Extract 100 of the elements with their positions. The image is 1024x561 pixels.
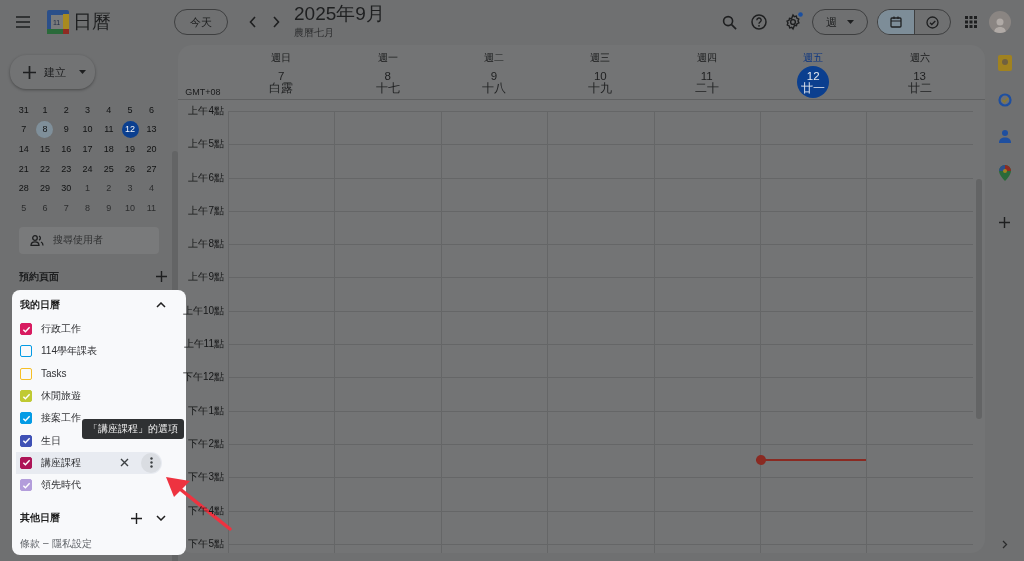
mini-calendar-day[interactable]: 6 [142,101,160,119]
search-icon[interactable] [722,14,737,30]
collapse-icon[interactable] [156,302,166,308]
avatar[interactable] [989,11,1011,33]
more-icon [149,457,153,469]
close-icon[interactable] [120,458,129,468]
mini-calendar-day[interactable]: 2 [57,101,75,119]
mini-calendar-day[interactable]: 11 [142,199,160,217]
mini-calendar-day[interactable]: 13 [142,120,160,138]
mini-calendar-day[interactable]: 3 [121,179,139,197]
check-circle-icon [925,15,939,29]
mini-calendar-day[interactable]: 25 [100,160,118,178]
mini-calendar-day[interactable]: 11 [100,120,118,138]
mini-calendar-day[interactable]: 20 [142,140,160,158]
calendar-checkbox[interactable] [20,456,32,469]
mini-calendar-day[interactable]: 22 [36,160,54,178]
mini-calendar-day[interactable]: 4 [100,101,118,119]
mini-calendar-day[interactable]: 15 [36,140,54,158]
calendar-checkbox[interactable] [20,412,32,425]
mini-calendar-day[interactable]: 1 [79,179,97,197]
my-calendars-title: 我的日曆 [20,298,60,312]
expand-icon[interactable] [156,515,166,522]
calendar-view-toggle[interactable] [878,10,914,34]
mini-calendar-day[interactable]: 19 [121,140,139,158]
calendar-checkbox[interactable] [20,479,32,492]
mini-calendar-day[interactable]: 2 [100,179,118,197]
mini-calendar-day[interactable]: 23 [57,160,75,178]
settings-icon[interactable] [784,13,802,31]
mini-calendar-day[interactable]: 8 [36,120,54,138]
map-pin-icon[interactable] [998,165,1011,181]
calendar-list-item[interactable]: 114學年課表 [16,340,103,363]
calendar-icon [889,16,902,28]
mini-calendar-day[interactable]: 17 [79,140,97,158]
mini-calendar-day[interactable]: 14 [15,140,33,158]
timezone-label: GMT+08 [184,86,222,99]
mini-calendar-day[interactable]: 4 [142,179,160,197]
calendar-list-item[interactable]: 休閒旅遊 [16,384,87,408]
hour-label: 上午5點 [187,137,225,150]
mini-calendar-day[interactable]: 26 [121,160,139,178]
calendar-checkbox[interactable] [20,390,32,403]
time-slot[interactable] [759,443,867,478]
mini-calendar-day[interactable]: 9 [57,120,75,138]
apps-icon[interactable] [965,16,977,28]
privacy-link[interactable]: 隱私設定 [51,537,92,552]
mini-calendar-day[interactable]: 6 [36,199,54,217]
mini-calendar-day[interactable]: 21 [15,160,33,178]
search-people-field[interactable]: 搜尋使用者 [19,226,159,254]
mini-calendar-day[interactable]: 31 [15,101,33,119]
contacts-icon[interactable] [998,129,1011,143]
mini-calendar-day[interactable]: 7 [15,120,33,138]
calendar-list-item[interactable]: 領先時代 [16,474,87,497]
date-number[interactable]: 8 十七 [371,66,404,98]
calendar-list-item[interactable]: Tasks [16,362,73,385]
next-icon[interactable] [272,16,280,28]
calendar-list-item[interactable]: 行政工作 [16,318,87,341]
mini-calendar-day[interactable]: 18 [100,140,118,158]
date-number[interactable]: 12 廿一 [797,66,830,98]
mini-calendar-day[interactable]: 24 [79,160,97,178]
help-icon[interactable] [751,14,767,30]
calendar-checkbox[interactable] [20,434,32,447]
date-number[interactable]: 7 白露 [265,66,298,98]
time-slot[interactable] [228,510,335,544]
booking-pages-title: 預約頁面 [19,269,59,284]
hour-label: 上午6點 [187,170,225,183]
tasks-icon[interactable] [997,93,1012,107]
mini-calendar-day[interactable]: 10 [121,199,139,217]
date-number[interactable]: 11 二十 [690,66,723,98]
mini-calendar-day[interactable]: 16 [57,140,75,158]
month-title: 2025年9月 [294,4,385,24]
mini-calendar-day[interactable]: 29 [36,179,54,197]
date-number[interactable]: 9 十八 [477,66,510,98]
mini-calendar-day[interactable]: 27 [142,160,160,178]
mini-calendar-day[interactable]: 10 [79,120,97,138]
calendar-checkbox[interactable] [20,323,32,336]
calendar-checkbox[interactable] [20,345,32,358]
date-number[interactable]: 10 十九 [584,66,617,98]
mini-calendar-day[interactable]: 5 [15,199,33,217]
keep-icon[interactable] [997,55,1012,71]
calendar-list-item[interactable]: 生日 [16,429,67,452]
hour-label: 上午4點 [187,104,225,116]
footer-separator: – [43,537,49,551]
mini-calendar-day[interactable]: 3 [79,101,97,119]
terms-link[interactable]: 條款 [20,537,40,552]
hour-label: 上午9點 [187,270,225,283]
add-icon[interactable] [131,512,142,524]
menu-icon[interactable] [15,16,31,28]
mini-calendar-day[interactable]: 30 [57,179,75,197]
time-slot[interactable] [866,443,973,478]
weekday-label: 週六 [909,51,930,65]
date-number[interactable]: 13 廿二 [903,66,936,98]
mini-calendar-day[interactable]: 12 [121,120,139,138]
people-icon [30,234,44,246]
previous-icon[interactable] [249,16,257,28]
mini-calendar-day[interactable]: 5 [121,101,139,119]
hour-label: 下午3點 [187,470,225,483]
mini-calendar-day[interactable]: 1 [36,101,54,119]
create-button[interactable]: 建立 [10,55,95,89]
mini-calendar-day[interactable]: 7 [57,199,75,217]
mini-calendar-day[interactable]: 28 [15,179,33,197]
more-options-button[interactable] [141,452,161,473]
